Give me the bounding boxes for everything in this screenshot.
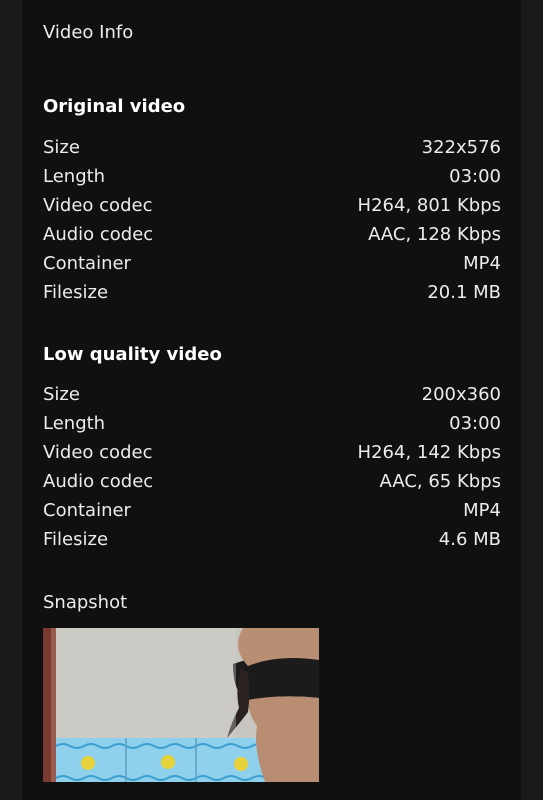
original-container-value: MP4 [463,253,501,274]
snapshot-fish [81,756,95,770]
low-length-label: Length [43,413,106,434]
original-container-row: Container MP4 [43,249,501,278]
original-video-codec-value: H264, 801 Kbps [357,195,501,216]
low-filesize-value: 4.6 MB [438,529,501,550]
low-quality-video-title: Low quality video [43,344,222,365]
original-audio-codec-row: Audio codec AAC, 128 Kbps [43,220,501,249]
low-video-codec-value: H264, 142 Kbps [357,442,501,463]
low-container-value: MP4 [463,500,501,521]
original-size-label: Size [43,137,80,158]
original-size-value: 322x576 [421,137,501,158]
low-length-value: 03:00 [449,413,501,434]
low-audio-codec-row: Audio codec AAC, 65 Kbps [43,467,501,496]
low-size-value: 200x360 [421,384,501,405]
original-filesize-value: 20.1 MB [427,282,501,303]
low-size-label: Size [43,384,80,405]
original-container-label: Container [43,253,131,274]
low-length-row: Length 03:00 [43,409,501,438]
original-audio-codec-value: AAC, 128 Kbps [368,224,501,245]
low-quality-video-rows: Size 200x360 Length 03:00 Video codec H2… [43,380,501,554]
low-filesize-row: Filesize 4.6 MB [43,525,501,554]
page-title: Video Info [43,22,134,43]
low-audio-codec-value: AAC, 65 Kbps [379,471,501,492]
original-video-codec-row: Video codec H264, 801 Kbps [43,191,501,220]
original-video-codec-label: Video codec [43,195,153,216]
snapshot-wall-light [56,628,236,738]
original-audio-codec-label: Audio codec [43,224,154,245]
original-video-rows: Size 322x576 Length 03:00 Video codec H2… [43,133,501,307]
low-container-label: Container [43,500,131,521]
original-filesize-label: Filesize [43,282,109,303]
original-length-row: Length 03:00 [43,162,501,191]
snapshot-door-edge [51,628,56,782]
low-video-codec-row: Video codec H264, 142 Kbps [43,438,501,467]
snapshot-label: Snapshot [43,592,128,613]
low-audio-codec-label: Audio codec [43,471,154,492]
original-video-title: Original video [43,96,186,117]
original-length-value: 03:00 [449,166,501,187]
original-length-label: Length [43,166,106,187]
original-filesize-row: Filesize 20.1 MB [43,278,501,307]
low-video-codec-label: Video codec [43,442,153,463]
snapshot-image [43,628,319,782]
snapshot-thumbnail[interactable] [43,628,319,782]
low-container-row: Container MP4 [43,496,501,525]
snapshot-fish [234,757,248,771]
original-size-row: Size 322x576 [43,133,501,162]
snapshot-door-frame [43,628,51,782]
low-size-row: Size 200x360 [43,380,501,409]
snapshot-fish [161,755,175,769]
low-filesize-label: Filesize [43,529,109,550]
page-background: Video Info Original video Size 322x576 L… [0,0,543,800]
